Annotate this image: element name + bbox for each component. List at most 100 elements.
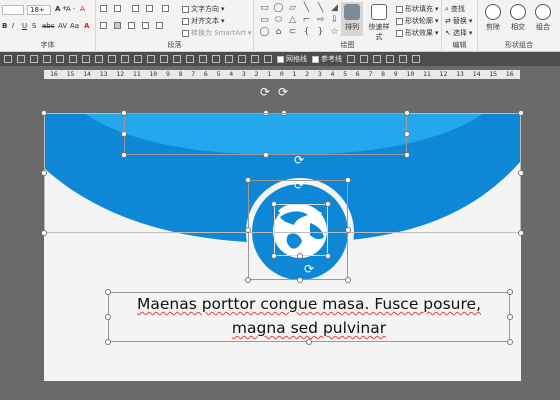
resize-handle[interactable] [345,177,351,183]
shape-item[interactable]: ⬭ [272,15,285,26]
tool-icon[interactable] [238,55,246,63]
columns-button[interactable] [156,22,163,29]
shape-fill-button[interactable]: 形状填充 ▾ [396,4,439,14]
align-center-button[interactable] [114,22,121,29]
resize-handle[interactable] [507,289,513,295]
tool-icon[interactable] [108,55,116,63]
increase-indent-button[interactable] [146,5,153,12]
resize-handle[interactable] [518,230,524,236]
tool-icon[interactable] [173,55,181,63]
tool-icon[interactable] [399,55,407,63]
align-left-button[interactable] [100,22,107,29]
resize-handle[interactable] [297,277,303,283]
tool-icon[interactable] [373,55,381,63]
shape-item[interactable]: ▱ [286,3,299,14]
tool-icon[interactable] [347,55,355,63]
resize-handle[interactable] [518,110,524,116]
shape-item[interactable]: ▭ [258,3,271,14]
resize-handle[interactable] [271,201,277,207]
align-right-button[interactable] [128,22,135,29]
resize-handle[interactable] [121,110,127,116]
bullets-button[interactable] [100,5,107,12]
font-name-combo[interactable] [2,5,24,15]
tool-icon[interactable] [56,55,64,63]
numbering-button[interactable] [114,5,121,12]
resize-handle[interactable] [121,131,127,137]
clear-format-icon[interactable]: A̶ [80,5,85,13]
tool-icon[interactable] [251,55,259,63]
shape-item[interactable]: ⊂ [286,27,299,38]
smartart-button[interactable]: 转换为 SmartArt ▾ [182,28,251,38]
rotate-handle-icon[interactable]: ⟳ [260,86,270,98]
shape-item[interactable]: ⇨ [314,15,327,26]
resize-handle[interactable] [404,110,410,116]
change-case-button[interactable]: Aa [70,22,79,30]
decrease-indent-button[interactable] [132,5,139,12]
quick-styles-button[interactable]: 快速样式 [366,2,392,41]
shape-item[interactable]: ◯ [258,27,271,38]
shadow-button[interactable]: S [32,22,36,30]
rotate-handle-icon[interactable]: ⟳ [304,263,314,275]
tool-icon[interactable] [69,55,77,63]
bold-button[interactable]: B [2,22,7,30]
shape-item[interactable]: ◯ [272,3,285,14]
shape-item[interactable]: { [300,27,313,38]
shape-item[interactable]: ☆ [328,27,341,38]
replace-button[interactable]: ⇄ 替换 ▾ [445,16,472,26]
resize-handle[interactable] [245,277,251,283]
tool-icon[interactable] [43,55,51,63]
tool-icon[interactable] [121,55,129,63]
rotate-handle-icon[interactable]: ⟳ [294,154,304,166]
resize-handle[interactable] [105,314,111,320]
underline-button[interactable]: U [22,22,27,30]
tool-icon[interactable] [199,55,207,63]
tool-icon[interactable] [95,55,103,63]
shape-outline-button[interactable]: 形状轮廓 ▾ [396,16,439,26]
tool-icon[interactable] [147,55,155,63]
resize-handle[interactable] [507,339,513,345]
shape-item[interactable]: ▭ [258,15,271,26]
tool-icon[interactable] [264,55,272,63]
resize-handle[interactable] [41,110,47,116]
char-spacing-button[interactable]: AV [58,22,67,30]
justify-button[interactable] [142,22,149,29]
tool-icon[interactable] [386,55,394,63]
tool-icon[interactable] [4,55,12,63]
tool-icon[interactable] [30,55,38,63]
resize-handle[interactable] [105,339,111,345]
resize-handle[interactable] [404,152,410,158]
align-text-button[interactable]: 对齐文本 ▾ [182,16,225,26]
font-size-combo[interactable]: 18+ [27,5,51,15]
resize-handle[interactable] [306,339,312,345]
shape-item[interactable]: ◢ [328,3,341,14]
resize-handle[interactable] [121,152,127,158]
tool-icon[interactable] [186,55,194,63]
tool-icon[interactable] [360,55,368,63]
shape-effects-button[interactable]: 形状效果 ▾ [396,28,439,38]
arrange-button[interactable]: 排列 [341,2,363,36]
resize-handle[interactable] [271,253,277,259]
combine-button[interactable]: 组合 [532,2,554,36]
guides-checkbox[interactable]: 参考线 [312,54,342,64]
gridlines-checkbox[interactable]: 网格线 [277,54,307,64]
resize-handle[interactable] [245,177,251,183]
strikethrough-button[interactable]: abc [42,22,55,30]
text-direction-button[interactable]: 文字方向 ▾ [182,4,225,14]
tool-icon[interactable] [160,55,168,63]
resize-handle[interactable] [263,152,269,158]
shape-item[interactable]: } [314,27,327,38]
union-button[interactable]: 剪除 [482,2,504,36]
font-color-button[interactable]: A [84,22,89,30]
rotate-handle-icon[interactable]: ⟳ [294,179,304,191]
resize-handle[interactable] [518,170,524,176]
resize-handle[interactable] [41,230,47,236]
tool-icon[interactable] [134,55,142,63]
shape-item[interactable]: ╲ [314,3,327,14]
resize-handle[interactable] [41,170,47,176]
tool-icon[interactable] [412,55,420,63]
resize-handle[interactable] [507,314,513,320]
shrink-font-button[interactable]: A- [66,5,75,13]
resize-handle[interactable] [325,201,331,207]
resize-handle[interactable] [404,131,410,137]
shape-item[interactable]: △ [286,15,299,26]
